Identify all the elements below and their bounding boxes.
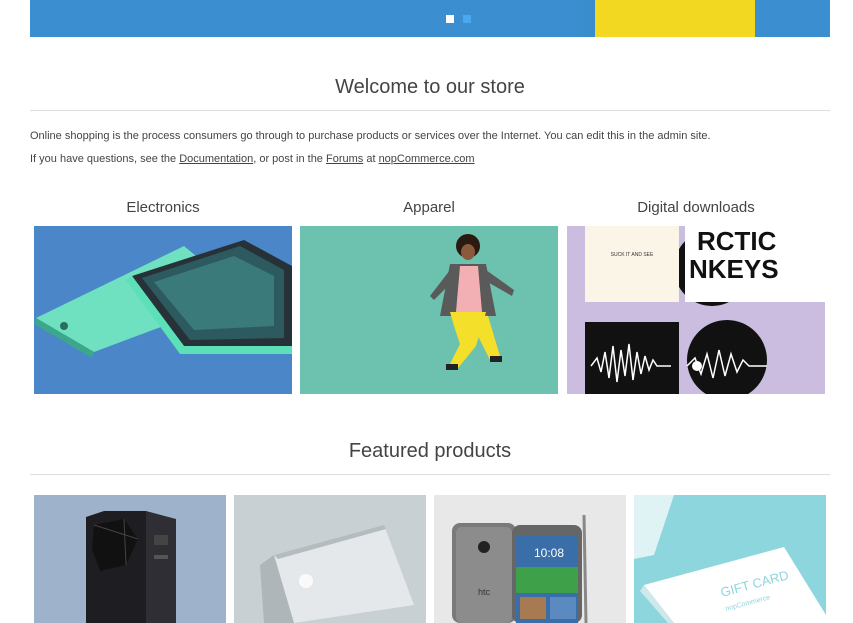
nopcommerce-link[interactable]: nopCommerce.com: [379, 153, 475, 165]
gift-card-photo: GIFT CARD nopCommerce: [634, 495, 826, 623]
album-band-text-2: NKEYS: [689, 254, 779, 284]
documentation-link[interactable]: Documentation: [179, 153, 253, 165]
category-image-digital-downloads[interactable]: SUCK IT AND SEE RCTIC NKEYS: [567, 226, 825, 394]
slider-dot-1[interactable]: [446, 15, 454, 23]
text-segment: , or post in the: [253, 153, 326, 165]
slider-dots: [446, 15, 471, 23]
slider-dot-2[interactable]: [463, 15, 471, 23]
htc-phone-photo: htc 10:08: [434, 495, 626, 623]
woman-jumping-photo: [300, 226, 558, 394]
featured-products-title: Featured products: [348, 440, 512, 462]
laptop-photo: [234, 495, 426, 623]
category-image-apparel[interactable]: [300, 226, 558, 394]
product-image-server[interactable]: [34, 495, 226, 623]
text-segment: at: [363, 153, 379, 165]
text-segment: If you have questions, see the: [30, 153, 180, 165]
category-image-electronics[interactable]: [34, 226, 292, 394]
forums-link[interactable]: Forums: [326, 153, 363, 165]
product-image-htc-phone[interactable]: htc 10:08: [434, 495, 626, 623]
htc-logo-text: htc: [478, 587, 491, 597]
category-title-electronics[interactable]: Electronics: [34, 199, 292, 216]
category-title-apparel[interactable]: Apparel: [300, 199, 558, 216]
slider-yellow-graphic: [595, 0, 755, 37]
product-image-laptop[interactable]: [234, 495, 426, 623]
divider: [30, 110, 830, 111]
album-covers-photo: SUCK IT AND SEE RCTIC NKEYS: [567, 226, 825, 394]
divider: [30, 474, 830, 475]
product-image-gift-card[interactable]: GIFT CARD nopCommerce: [634, 495, 826, 623]
welcome-text-line2: If you have questions, see the Documenta…: [30, 153, 475, 165]
category-title-digital-downloads[interactable]: Digital downloads: [567, 199, 825, 216]
welcome-title: Welcome to our store: [335, 76, 525, 98]
home-slider[interactable]: [30, 0, 830, 37]
album-cover-text: SUCK IT AND SEE: [611, 252, 654, 258]
album-band-text-1: RCTIC: [697, 226, 777, 256]
phone-photo: [34, 226, 292, 394]
htc-time-text: 10:08: [534, 546, 564, 560]
welcome-text-line1: Online shopping is the process consumers…: [30, 130, 711, 142]
server-photo: [34, 495, 226, 623]
